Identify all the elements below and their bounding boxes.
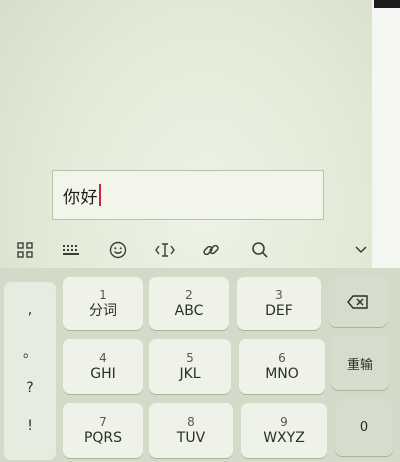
key-number: 4 bbox=[99, 350, 107, 365]
key-number: 7 bbox=[99, 414, 107, 429]
key-6[interactable]: 6 MNO bbox=[239, 339, 325, 394]
chevron-down-icon[interactable] bbox=[346, 232, 376, 268]
key-number: 3 bbox=[275, 287, 283, 302]
key-5[interactable]: 5 JKL bbox=[149, 339, 231, 394]
key-letters: 分词 bbox=[89, 302, 117, 319]
key-letters: JKL bbox=[179, 365, 201, 382]
key-7[interactable]: 7 PQRS bbox=[63, 403, 143, 458]
key-letters: WXYZ bbox=[263, 429, 305, 446]
key-number: 1 bbox=[99, 287, 107, 302]
input-value: 你好 bbox=[63, 187, 98, 208]
punctuation-comma[interactable]: , bbox=[4, 290, 56, 330]
key-3[interactable]: 3 DEF bbox=[237, 277, 321, 330]
cursor-icon[interactable] bbox=[150, 232, 180, 268]
text-caret bbox=[99, 184, 101, 206]
key-number: 8 bbox=[187, 414, 195, 429]
keyboard-toolbar bbox=[0, 232, 372, 268]
key-number: 5 bbox=[186, 350, 194, 365]
key-number: 6 bbox=[278, 350, 286, 365]
key-9[interactable]: 9 WXYZ bbox=[241, 403, 327, 458]
punctuation-exclamation[interactable]: ! bbox=[4, 406, 56, 446]
key-letters: ABC bbox=[174, 302, 204, 319]
key-1[interactable]: 1 分词 bbox=[63, 277, 143, 330]
key-0[interactable]: 0 bbox=[335, 398, 393, 456]
punctuation-period[interactable]: 。 bbox=[4, 332, 56, 372]
grid-icon[interactable] bbox=[10, 232, 40, 268]
punctuation-question[interactable]: ? bbox=[4, 368, 56, 408]
key-4[interactable]: 4 GHI bbox=[63, 339, 143, 394]
link-icon[interactable] bbox=[196, 232, 226, 268]
key-letters: TUV bbox=[176, 429, 206, 446]
screen-edge-shadow bbox=[374, 0, 400, 8]
reset-button[interactable]: 重输 bbox=[331, 336, 389, 390]
backspace-icon bbox=[347, 295, 368, 309]
keyboard-icon[interactable] bbox=[56, 232, 86, 268]
backspace-button[interactable] bbox=[329, 277, 387, 327]
key-8[interactable]: 8 TUV bbox=[149, 403, 233, 458]
key-letters: PQRS bbox=[83, 429, 123, 446]
zero-label: 0 bbox=[359, 419, 369, 435]
key-letters: GHI bbox=[90, 365, 116, 382]
text-input[interactable]: 你好 bbox=[52, 170, 324, 220]
key-2[interactable]: 2 ABC bbox=[149, 277, 229, 330]
key-letters: DEF bbox=[265, 302, 293, 319]
key-number: 9 bbox=[280, 414, 288, 429]
reset-label: 重输 bbox=[346, 357, 373, 373]
emoji-icon[interactable] bbox=[103, 232, 133, 268]
key-number: 2 bbox=[185, 287, 193, 302]
search-icon[interactable] bbox=[245, 232, 275, 268]
key-letters: MNO bbox=[265, 365, 299, 382]
